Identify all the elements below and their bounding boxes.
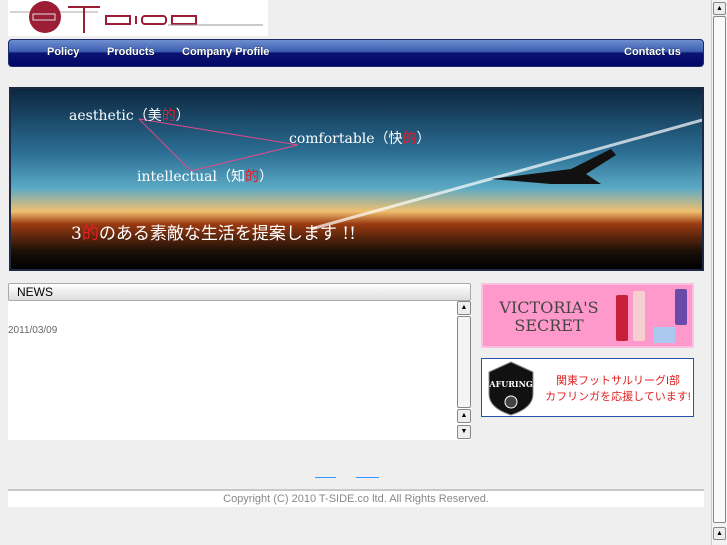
cream-jar-icon — [653, 327, 675, 343]
page-scroll-up[interactable]: ▲ — [713, 2, 726, 15]
cafuringa-badge-icon: CAFURINGA — [483, 361, 539, 416]
cafuringa-banner[interactable]: CAFURINGA 関東フットサルリーグI部 カフリンガを応援しています! — [481, 358, 694, 417]
news-date: 2011/03/09 — [8, 325, 58, 336]
perfume-bottle-icon — [616, 295, 628, 341]
hero-banner: aesthetic（美的） comfortable（快的） intellectu… — [9, 87, 704, 271]
scroll-down-button[interactable]: ▼ — [457, 425, 471, 439]
victorias-secret-banner[interactable]: VICTORIA'S SECRET — [481, 283, 694, 348]
news-scrollbar-thumb[interactable] — [457, 316, 471, 408]
nav-contact-us[interactable]: Contact us — [624, 46, 681, 58]
nav-policy[interactable]: Policy — [47, 46, 79, 58]
svg-text:CAFURINGA: CAFURINGA — [483, 379, 539, 389]
page-scroll-up-2[interactable]: ▲ — [713, 527, 726, 540]
cafuringa-text: 関東フットサルリーグI部 カフリンガを応援しています! — [545, 375, 691, 403]
footer-link-2[interactable] — [356, 477, 379, 478]
tside-logo-icon — [10, 1, 263, 33]
news-header: NEWS — [8, 283, 471, 301]
victoria-logo-text: VICTORIA'S SECRET — [499, 298, 599, 335]
page-scroll-thumb[interactable] — [713, 16, 726, 523]
perfume-bottle-icon — [675, 289, 687, 325]
hero-aesthetic: aesthetic（美的） — [69, 108, 190, 124]
hero-intellectual: intellectual（知的） — [137, 169, 273, 185]
news-panel: 2011/03/09 ▲ ▲ ▼ — [8, 301, 471, 440]
scroll-up-button[interactable]: ▲ — [457, 301, 471, 315]
scroll-up-button-2[interactable]: ▲ — [457, 409, 471, 423]
hero-comfortable: comfortable（快的） — [289, 131, 431, 147]
airplane-icon — [491, 149, 616, 184]
hero-tagline: 3的のある素敵な生活を提案します !! — [71, 224, 356, 244]
nav-company-profile[interactable]: Company Profile — [182, 46, 269, 58]
page-scrollbar[interactable]: ▲ ▲ — [711, 0, 727, 545]
main-nav: Policy Products Company Profile Contact … — [8, 39, 704, 67]
nav-products[interactable]: Products — [107, 46, 155, 58]
perfume-bottle-icon — [633, 291, 645, 341]
footer-copyright: Copyright (C) 2010 T-SIDE.co ltd. All Ri… — [8, 489, 704, 507]
site-logo[interactable] — [8, 0, 268, 36]
footer-link-1[interactable] — [315, 477, 336, 478]
